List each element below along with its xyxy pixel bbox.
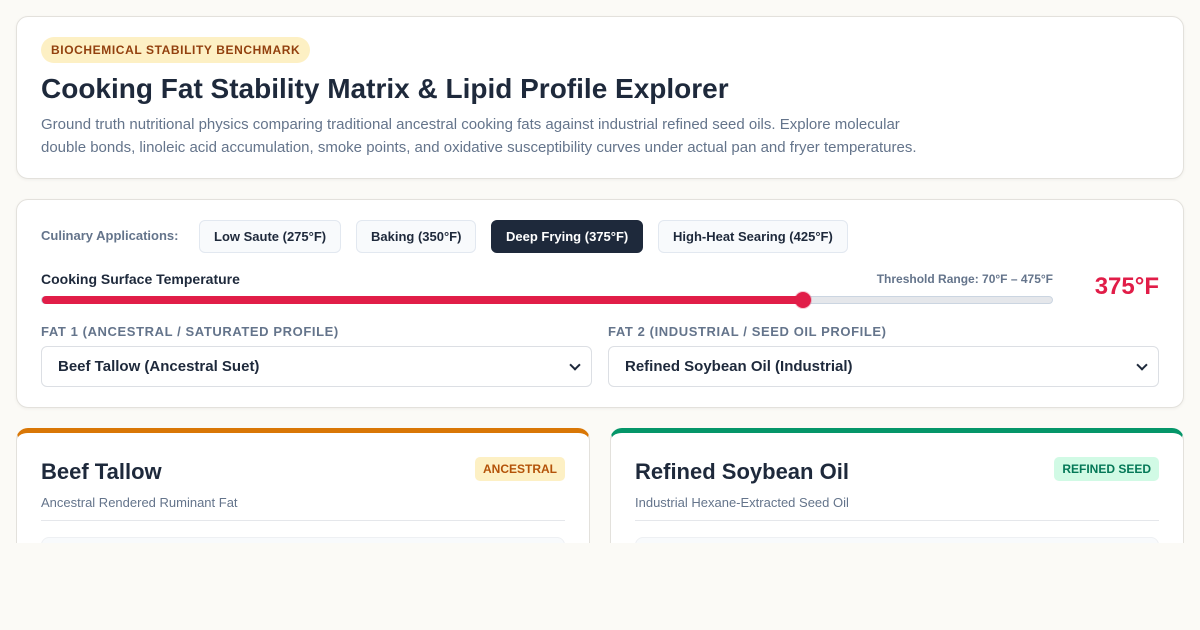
fat1-select[interactable]: Beef Tallow (Ancestral Suet) <box>41 346 592 387</box>
fat2-subtitle: Industrial Hexane-Extracted Seed Oil <box>635 495 849 510</box>
fat2-label: FAT 2 (INDUSTRIAL / SEED OIL PROFILE) <box>608 324 887 339</box>
temperature-value: 375°F <box>1094 273 1159 300</box>
fat2-name: Refined Soybean Oil <box>635 459 849 484</box>
divider <box>635 520 1159 521</box>
threshold-range-label: Threshold Range: 70°F – 475°F <box>876 272 1053 286</box>
benchmark-badge: BIOCHEMICAL STABILITY BENCHMARK <box>41 37 311 63</box>
fat1-category-badge: ANCESTRAL <box>475 457 565 481</box>
controls-card: Culinary Applications: Low Saute (275°F)… <box>16 199 1184 408</box>
page-bottom-background <box>0 543 1200 630</box>
application-button-baking[interactable]: Baking (350°F) <box>356 220 477 253</box>
culinary-applications-label: Culinary Applications: <box>41 228 179 243</box>
chevron-down-icon <box>1136 359 1148 371</box>
fat2-select[interactable]: Refined Soybean Oil (Industrial) <box>608 346 1159 387</box>
chevron-down-icon <box>569 359 581 371</box>
application-button-high-heat-searing[interactable]: High-Heat Searing (425°F) <box>658 220 848 253</box>
page-title: Cooking Fat Stability Matrix & Lipid Pro… <box>41 73 729 104</box>
fat1-name: Beef Tallow <box>41 459 162 484</box>
application-button-low-saute[interactable]: Low Saute (275°F) <box>199 220 342 253</box>
temperature-slider-fill <box>42 296 803 304</box>
application-button-deep-frying[interactable]: Deep Frying (375°F) <box>491 220 644 253</box>
page-description: Ground truth nutritional physics compari… <box>41 116 917 156</box>
fat1-subtitle: Ancestral Rendered Ruminant Fat <box>41 495 238 510</box>
temperature-slider-thumb[interactable] <box>794 292 811 308</box>
fat2-category-badge: REFINED SEED <box>1054 457 1159 481</box>
temperature-label: Cooking Surface Temperature <box>41 271 240 287</box>
temperature-slider[interactable] <box>41 292 1053 308</box>
fat1-selected-value: Beef Tallow (Ancestral Suet) <box>58 358 260 375</box>
fat1-label: FAT 1 (ANCESTRAL / SATURATED PROFILE) <box>41 324 339 339</box>
divider <box>41 520 565 521</box>
header-card: BIOCHEMICAL STABILITY BENCHMARK Cooking … <box>16 16 1184 179</box>
fat2-selected-value: Refined Soybean Oil (Industrial) <box>625 358 853 375</box>
